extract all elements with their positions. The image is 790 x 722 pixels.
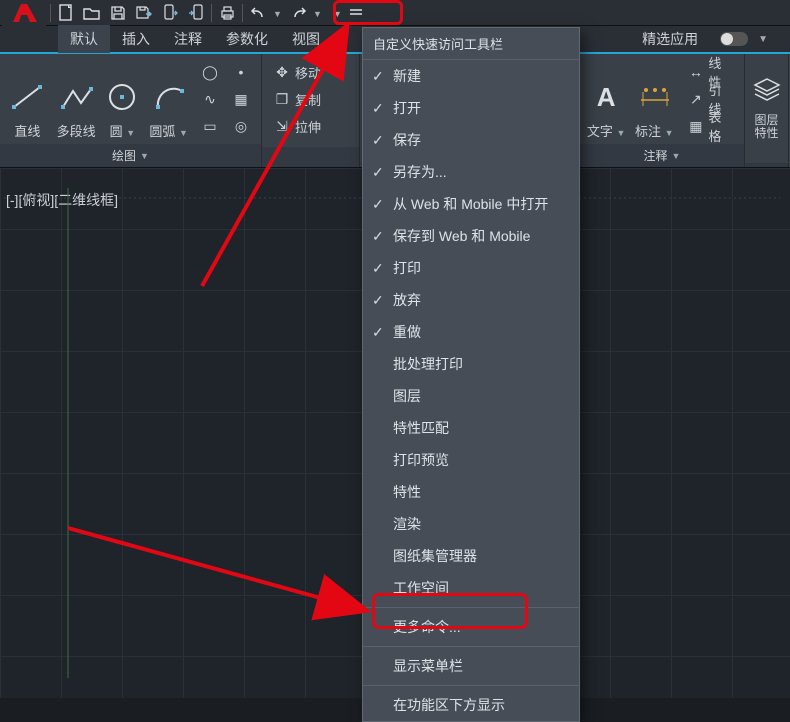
tool-text[interactable]: A 文字 ▼ [586,60,626,140]
dropdown-item[interactable]: 保存 [363,124,579,156]
dropdown-item[interactable]: 图纸集管理器 [363,540,579,572]
dropdown-item[interactable]: 渲染 [363,508,579,540]
grid-icon: ▦ [232,90,250,108]
dropdown-item[interactable]: 打印预览 [363,444,579,476]
undo-icon[interactable] [247,2,269,24]
undo-chevron-down-icon[interactable]: ▼ [273,9,283,19]
dropdown-item[interactable]: 重做 [363,316,579,348]
qat-customize-chevron-icon[interactable]: ▼ [333,9,343,19]
ribbon-panel-draw: 直线 多段线 圆 ▼ 圆弧 ▼ [0,54,262,167]
dropdown-item[interactable]: 保存到 Web 和 Mobile [363,220,579,252]
tool-hatch[interactable]: • [227,60,255,84]
chevron-down-icon[interactable]: ▼ [758,34,768,45]
polyline-icon [59,77,93,117]
move-icon: ✥ [273,63,291,81]
tool-circle[interactable]: 圆 ▼ [104,60,142,140]
app-logo-icon [2,0,46,26]
tool-table[interactable]: ▦表格 [682,114,738,138]
web-open-icon[interactable] [159,2,181,24]
tool-polyline-label: 多段线 [57,121,96,140]
tool-move[interactable]: ✥移动 [268,60,326,84]
dropdown-item[interactable]: 新建 [363,60,579,92]
circle-icon [105,77,139,117]
tool-stretch[interactable]: ⇲拉伸 [268,114,326,138]
tab-view[interactable]: 视图 [280,25,332,53]
dimension-icon [637,77,671,117]
tool-circle-label: 圆 [110,124,123,139]
dropdown-item[interactable]: 另存为... [363,156,579,188]
ribbon-panel-modify: ✥移动 ❐复制 ⇲拉伸 [262,54,360,167]
dropdown-item-more-commands[interactable]: 更多命令... [363,611,579,643]
ellipse-icon: ◯ [201,63,219,81]
new-icon[interactable] [55,2,77,24]
print-icon[interactable] [216,2,238,24]
separator [50,4,51,22]
dot-icon: • [232,63,250,81]
dropdown-item[interactable]: 图层 [363,380,579,412]
dropdown-separator [363,646,579,647]
tool-layer-properties[interactable]: 图层 特性 [749,60,784,140]
tool-copy[interactable]: ❐复制 [268,87,326,111]
separator [242,4,243,22]
viewport-label[interactable]: [-][俯视][二维线框] [6,190,118,210]
ribbon-panel-annotate: A 文字 ▼ 标注 ▼ ↔线性 ↗引线 ▦表格 注释▼ [580,54,745,167]
tab-featured-apps[interactable]: 精选应用 [630,25,710,53]
tool-rect[interactable]: ▭ [196,114,224,138]
dropdown-item-show-menubar[interactable]: 显示菜单栏 [363,650,579,682]
redo-icon[interactable] [287,2,309,24]
dropdown-item[interactable]: 工作空间 [363,572,579,604]
quick-access-toolbar: ▼ ▼ ▼ [0,0,790,26]
table-icon: ▦ [687,117,704,135]
copy-icon: ❐ [273,90,291,108]
ring-icon: ◎ [232,117,250,135]
separator [211,4,212,22]
redo-chevron-down-icon[interactable]: ▼ [313,9,323,19]
tab-insert[interactable]: 插入 [110,25,162,53]
open-icon[interactable] [81,2,103,24]
panel-title-draw[interactable]: 绘图▼ [0,144,261,167]
web-save-icon[interactable] [185,2,207,24]
dropdown-title: 自定义快速访问工具栏 [363,28,579,60]
linear-icon: ↔ [687,63,704,81]
dropdown-separator [363,607,579,608]
tool-misc2[interactable]: ◎ [227,114,255,138]
tool-spline[interactable]: ∿ [196,87,224,111]
dropdown-item[interactable]: 从 Web 和 Mobile 中打开 [363,188,579,220]
tab-parametric[interactable]: 参数化 [214,25,280,53]
dropdown-item[interactable]: 放弃 [363,284,579,316]
qat-customize-dropdown: 自定义快速访问工具栏 新建打开保存另存为...从 Web 和 Mobile 中打… [362,27,580,722]
tool-line-label: 直线 [14,121,40,140]
spline-icon: ∿ [201,90,219,108]
tab-default[interactable]: 默认 [58,25,110,53]
layers-icon [750,70,784,110]
line-icon [10,77,44,117]
dropdown-item[interactable]: 特性 [363,476,579,508]
qat-overflow-icon[interactable] [347,2,365,24]
arc-icon [152,77,186,117]
dropdown-item[interactable]: 打印 [363,252,579,284]
ribbon-panel-layer: 图层 特性 [745,54,789,167]
tool-arc[interactable]: 圆弧 ▼ [147,60,190,140]
ribbon-toggle[interactable] [720,32,748,46]
dropdown-item[interactable]: 特性匹配 [363,412,579,444]
panel-title-modify[interactable] [262,147,359,167]
tab-annotate[interactable]: 注释 [162,25,214,53]
tool-ellipse[interactable]: ◯ [196,60,224,84]
stretch-icon: ⇲ [273,117,291,135]
leader-icon: ↗ [687,90,704,108]
dropdown-item[interactable]: 批处理打印 [363,348,579,380]
tool-line[interactable]: 直线 [6,60,49,140]
tool-polyline[interactable]: 多段线 [55,60,98,140]
rect-icon: ▭ [201,117,219,135]
dropdown-item[interactable]: 打开 [363,92,579,124]
tool-misc1[interactable]: ▦ [227,87,255,111]
save-icon[interactable] [107,2,129,24]
saveas-icon[interactable] [133,2,155,24]
dropdown-item-show-below-ribbon[interactable]: 在功能区下方显示 [363,689,579,721]
tool-arc-label: 圆弧 [149,124,175,139]
text-icon: A [589,77,623,117]
tool-dimension[interactable]: 标注 ▼ [632,60,676,140]
dropdown-separator [363,685,579,686]
panel-title-annotate[interactable]: 注释▼ [580,144,744,167]
